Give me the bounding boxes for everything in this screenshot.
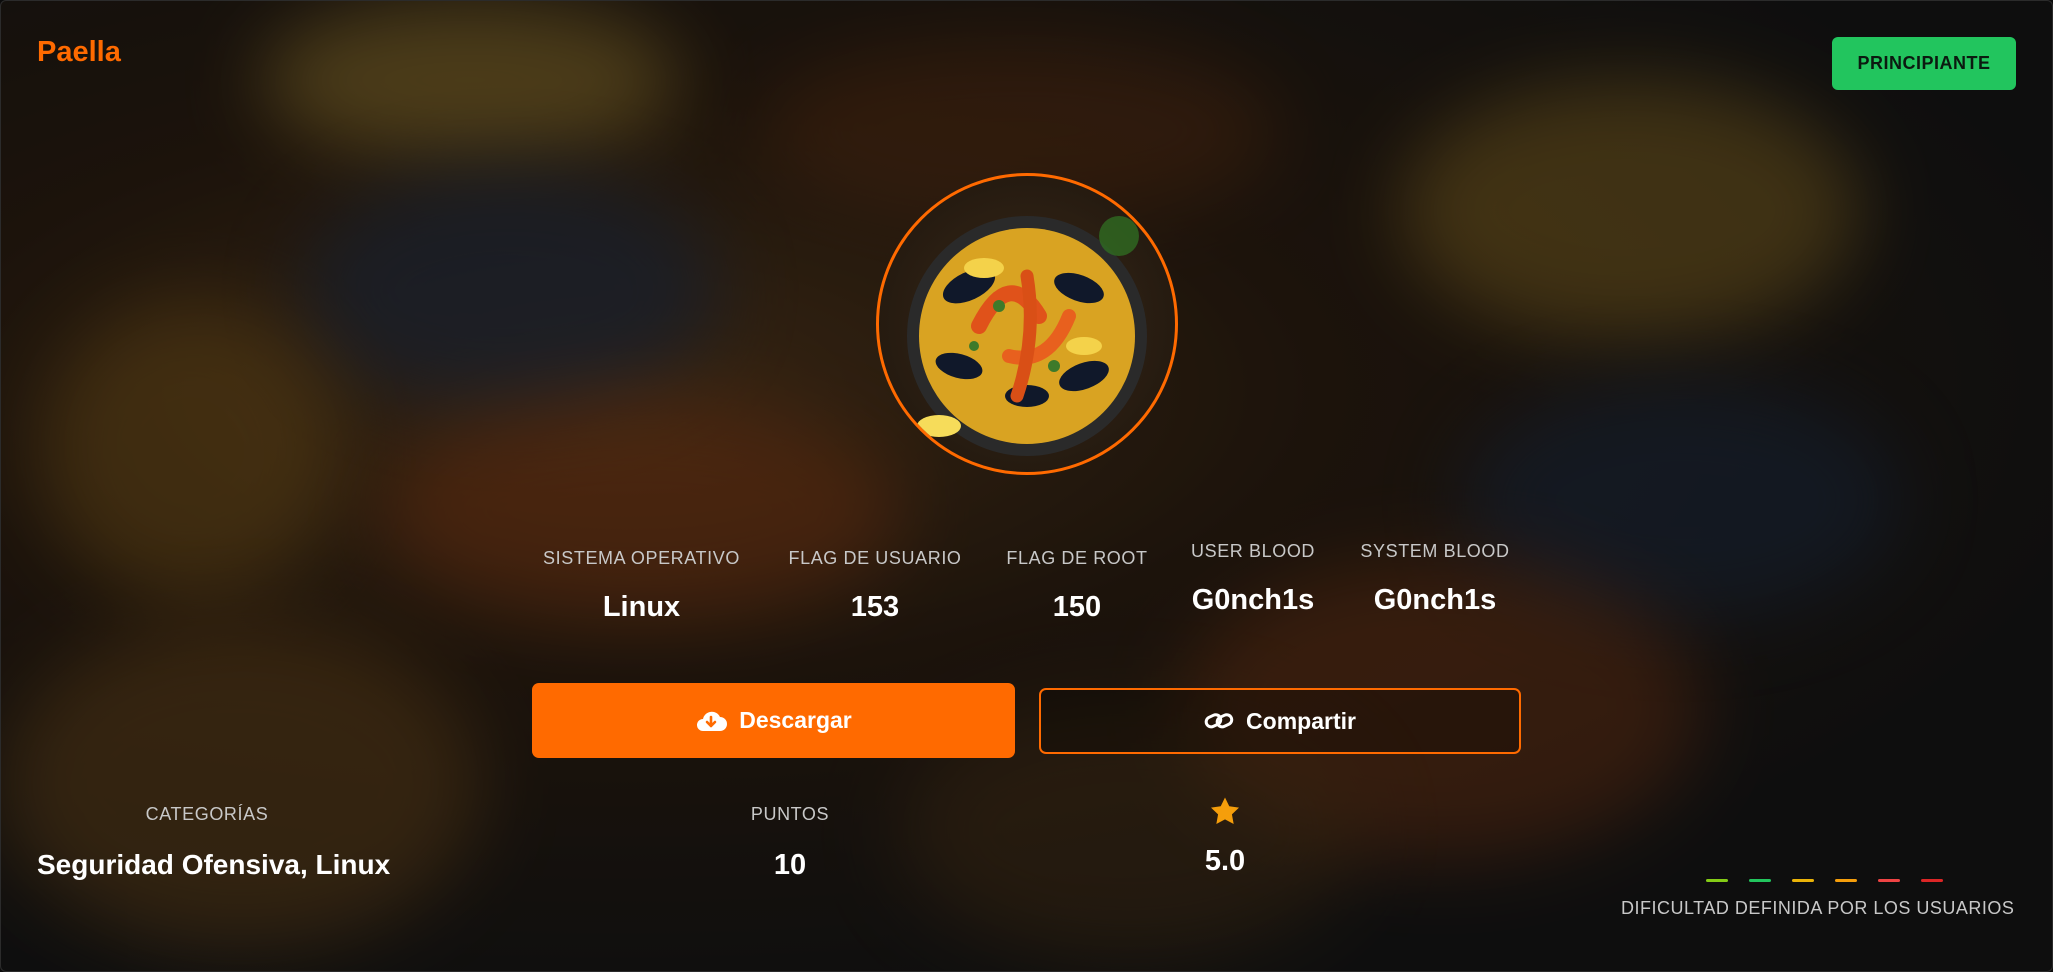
stat-root-flag: FLAG DE ROOT 150 — [1000, 548, 1154, 624]
download-button[interactable]: Descargar — [532, 683, 1015, 758]
categories-block: CATEGORÍAS Seguridad Ofensiva, Linux — [37, 804, 391, 881]
stat-user-flag: FLAG DE USUARIO 153 — [780, 548, 970, 624]
points-value: 10 — [773, 849, 807, 881]
paella-dish-image — [907, 216, 1147, 456]
star-icon — [1211, 797, 1239, 825]
difficulty-label: DIFICULTAD DEFINIDA POR LOS USUARIOS — [1621, 898, 2015, 918]
difficulty-bars — [1706, 879, 1943, 882]
difficulty-bar-3 — [1792, 879, 1814, 882]
points-block: PUNTOS 10 — [740, 804, 840, 882]
stat-value: 150 — [1052, 591, 1102, 623]
stat-label: SYSTEM BLOOD — [1360, 541, 1510, 561]
machine-title: Paella — [37, 36, 121, 68]
difficulty-bar-4 — [1835, 879, 1857, 882]
difficulty-bar-1 — [1706, 879, 1728, 882]
download-label: Descargar — [739, 707, 852, 733]
stat-user-blood: USER BLOOD G0nch1s — [1183, 541, 1323, 617]
share-label: Compartir — [1246, 707, 1356, 734]
stat-value: 153 — [850, 591, 900, 623]
stat-value: G0nch1s — [1373, 584, 1497, 616]
stat-system-blood: SYSTEM BLOOD G0nch1s — [1352, 541, 1518, 617]
stat-label: SISTEMA OPERATIVO — [543, 548, 740, 568]
stat-label: FLAG DE USUARIO — [788, 548, 962, 568]
categories-value: Seguridad Ofensiva, Linux — [37, 849, 391, 880]
cloud-download-icon — [697, 711, 728, 731]
link-icon — [1204, 713, 1234, 729]
points-label: PUNTOS — [750, 804, 830, 824]
share-button[interactable]: Compartir — [1039, 688, 1521, 754]
difficulty-bar-2 — [1749, 879, 1771, 882]
categories-label: CATEGORÍAS — [145, 804, 269, 824]
stat-os: SISTEMA OPERATIVO Linux — [540, 548, 743, 624]
difficulty-bar-5 — [1878, 879, 1900, 882]
rating-block: 5.0 — [1175, 796, 1275, 878]
stat-value: G0nch1s — [1191, 584, 1315, 616]
stat-label: USER BLOOD — [1190, 541, 1316, 561]
difficulty-bar-6 — [1921, 879, 1943, 882]
difficulty-badge: PRINCIPIANTE — [1832, 37, 2016, 90]
stat-value: Linux — [602, 591, 681, 623]
rating-value: 5.0 — [1204, 845, 1246, 877]
stat-label: FLAG DE ROOT — [1006, 548, 1148, 568]
machine-avatar — [876, 173, 1178, 475]
